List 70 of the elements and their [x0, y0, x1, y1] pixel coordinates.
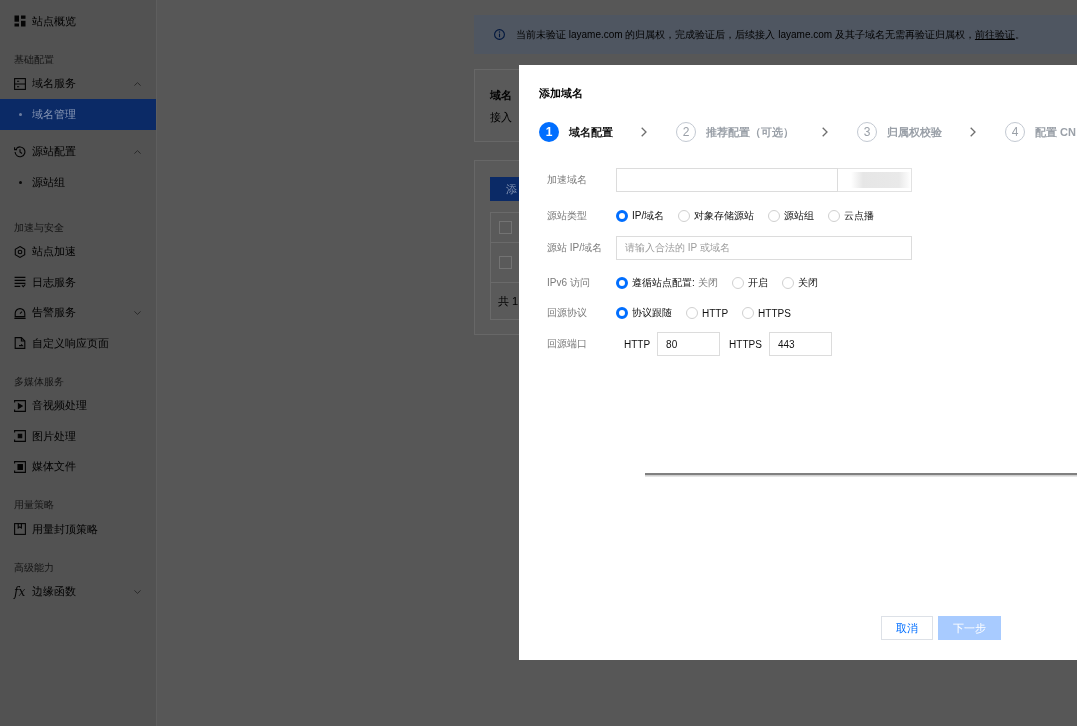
step-label: 配置 CN — [1035, 124, 1076, 140]
port-input[interactable]: 443 — [768, 332, 832, 356]
text-input[interactable] — [616, 168, 838, 192]
radio-option[interactable]: 遵循站点配置: 关闭 — [616, 276, 718, 290]
info-icon — [494, 29, 505, 40]
radio-option[interactable]: HTTPS — [742, 307, 791, 319]
blurred-block — [851, 172, 911, 188]
step-label: 推荐配置（可选） — [706, 124, 794, 140]
hexagon-icon — [14, 245, 26, 258]
sidebar-menu-item[interactable]: 域名服务 — [0, 68, 156, 99]
field-label: 回源端口 — [547, 338, 587, 349]
gauge-icon — [14, 306, 26, 319]
card-description: 接入 — [490, 110, 512, 125]
checkbox[interactable] — [499, 221, 512, 234]
bookmark-square-icon — [14, 523, 26, 536]
dot-icon — [19, 180, 22, 184]
sidebar-menu-item[interactable]: 源站配置 — [0, 136, 156, 167]
port-label: HTTP — [624, 338, 651, 350]
sidebar-item[interactable]: 自定义响应页面 — [0, 328, 156, 359]
verify-link[interactable]: 前往验证 — [974, 28, 1015, 40]
fx-icon: fx — [14, 585, 26, 598]
radio-option[interactable]: 源站组 — [768, 208, 815, 223]
step-number: 1 — [539, 122, 559, 142]
sidebar-item[interactable]: 音视频处理 — [0, 390, 156, 421]
radio-option[interactable]: 对象存储源站 — [678, 208, 755, 223]
sidebar-item[interactable]: 用量封顶策略 — [0, 514, 156, 545]
sidebar-item[interactable]: 站点加速 — [0, 236, 156, 267]
port-label: HTTPS — [729, 338, 762, 350]
radio-option[interactable]: IP/域名 — [616, 208, 665, 223]
chevron-right-icon — [822, 127, 828, 137]
dialog-title: 添加域名 — [539, 86, 583, 101]
sidebar-item[interactable]: 图片处理 — [0, 421, 156, 452]
media-frame-icon — [14, 460, 26, 473]
sidebar-menu-item[interactable]: 告警服务 — [0, 297, 156, 328]
radio-option[interactable]: 协议跟随 — [616, 306, 672, 320]
sidebar-item[interactable]: 源站组 — [0, 167, 156, 198]
field-label: 源站 IP/域名 — [547, 241, 602, 253]
field-label: 回源协议 — [547, 307, 587, 318]
grid-icon — [14, 15, 26, 28]
chevron-right-icon — [641, 127, 647, 137]
sidebar-item[interactable]: 媒体文件 — [0, 451, 156, 482]
step-label: 归属权校验 — [887, 124, 942, 140]
sidebar-item[interactable]: 域名管理 — [0, 99, 156, 130]
sidebar-item[interactable]: 站点概览 — [0, 6, 156, 37]
add-button[interactable]: 添 — [490, 177, 519, 201]
radio-option[interactable]: 关闭 — [781, 276, 818, 290]
list-icon — [14, 276, 26, 289]
document-icon — [14, 337, 26, 350]
dot-icon — [19, 112, 22, 116]
notice-text: 当前未验证 layame.com 的归属权，完成验证后，后续接入 layame.com 及其子域名无需再验证归属权，前往验证。 — [516, 27, 1025, 42]
card-title: 域名 — [490, 88, 512, 103]
field-label: 源站类型 — [547, 209, 587, 221]
checkbox[interactable] — [499, 256, 512, 269]
field-label: IPv6 访问 — [547, 277, 590, 288]
layout-icon — [14, 77, 26, 90]
step-label: 域名配置 — [569, 124, 613, 140]
field-label: 加速域名 — [547, 174, 587, 185]
pagination-total: 共 1 — [498, 293, 519, 309]
chevron-right-icon — [970, 127, 976, 137]
clock-icon — [14, 145, 26, 158]
text-input[interactable]: 请输入合法的 IP 或域名 — [616, 235, 912, 260]
radio-option[interactable]: HTTP — [686, 307, 729, 319]
cancel-button[interactable]: 取消 — [881, 616, 933, 640]
radio-option[interactable]: 云点播 — [828, 208, 875, 223]
port-input[interactable]: 80 — [657, 332, 721, 356]
radio-option[interactable]: 开启 — [731, 276, 768, 290]
sidebar-menu-item[interactable]: fx 边缘函数 — [0, 576, 156, 607]
image-frame-icon — [14, 430, 26, 443]
play-frame-icon — [14, 399, 26, 412]
sidebar-item[interactable]: 日志服务 — [0, 267, 156, 298]
